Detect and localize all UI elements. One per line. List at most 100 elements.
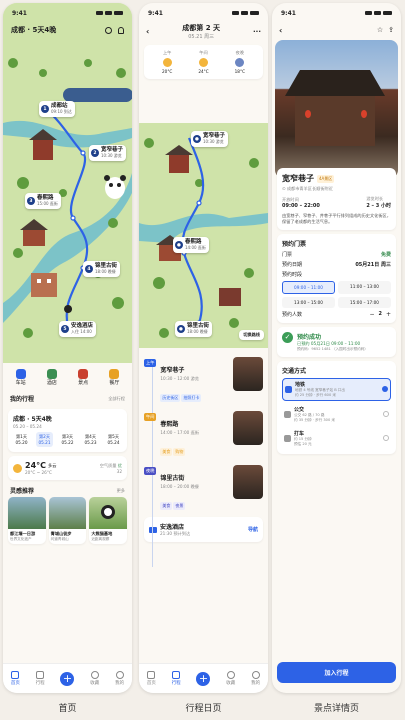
back-icon[interactable]: ‹ <box>146 27 149 36</box>
tab-add[interactable]: + <box>60 671 75 686</box>
day-date: 05.21 周三 <box>188 34 215 40</box>
aq-label: 空气质量 <box>99 462 117 468</box>
map-pin-jinli[interactable]: 4 锦里古街 18:00 晚餐 <box>83 261 121 278</box>
item-name: 宽窄巷子 <box>160 367 185 374</box>
day-chip-date: 05.21 <box>38 440 51 445</box>
ticket-card: 预约门票 门票 免费 预约日期 05月21日 周三 预约时段 09:00 – 11:… <box>277 233 396 323</box>
timeline-item[interactable]: 午间 春熙路 14:00 – 17:00 逛街 美食 购物 <box>144 411 263 457</box>
day-chip[interactable]: 第4天 05.23 <box>82 432 99 447</box>
trip-map[interactable]: 1 成都站 09:10 到达 2 宽窄巷子 10:30 游览 3 春熙路 15:00 逛街 … <box>3 3 132 363</box>
bed-icon <box>149 526 157 533</box>
tab-favorite[interactable]: 收藏 <box>90 671 99 686</box>
navigate-button[interactable]: 导航 <box>248 526 258 533</box>
day-chip[interactable]: 第3天 05.22 <box>59 432 76 447</box>
search-icon[interactable] <box>105 26 112 34</box>
transport-sub2: 约 35 分钟 · 步行 300 米 <box>294 417 335 422</box>
time-slot[interactable]: 15:00 – 17:00 <box>338 296 391 308</box>
minus-button[interactable]: − <box>369 311 374 318</box>
transport-card: 交通方式 地铁 地铁 4 号线 宽窄巷子站 B 口出约 25 分钟 · 步行 60… <box>277 360 396 454</box>
quick-restaurant[interactable]: 餐厅 <box>109 369 119 386</box>
inspiration-card[interactable]: 大熊猫基地 近距离观察 <box>89 497 128 544</box>
time-slot[interactable]: 11:00 – 13:00 <box>338 280 391 294</box>
tab-profile[interactable]: 我的 <box>115 671 124 686</box>
time-label: 预约时段 <box>282 271 303 278</box>
tab-trip[interactable]: 行程 <box>36 671 45 686</box>
day-chip[interactable]: 第2天 05.21 <box>36 432 53 447</box>
map-pin-hotel[interactable]: 5 安逸酒店 入住 14:00 <box>59 321 97 338</box>
tab-favorite[interactable]: 收藏 <box>226 671 235 686</box>
inspiration-sub: 近距离观察 <box>91 537 110 541</box>
hotel-name: 安逸酒店 <box>160 524 185 531</box>
train-icon <box>15 369 26 379</box>
period-badge: 夜晚 <box>144 467 157 475</box>
tab-add[interactable]: + <box>196 671 211 686</box>
map-pin-kuanzhai[interactable]: ● 宽窄巷子 10:30 游览 <box>191 131 229 148</box>
transport-name: 打车 <box>294 430 305 437</box>
transport-option[interactable]: 地铁 地铁 4 号线 宽窄巷子站 B 口出约 25 分钟 · 步行 600 米 <box>282 377 391 401</box>
day-chip[interactable]: 第1天 05.20 <box>13 432 30 447</box>
pin-sub: 15:00 逛街 <box>37 201 58 207</box>
inspiration-card[interactable]: 都江堰一日游 世界文化遗产 <box>8 497 46 544</box>
tab-label: 首页 <box>10 681 20 686</box>
share-icon[interactable]: ⇪ <box>388 26 394 34</box>
map-pin-chunxi[interactable]: 3 春熙路 15:00 逛街 <box>25 193 61 210</box>
check-icon: ✓ <box>282 331 293 343</box>
map-pin-chunxi[interactable]: ● 春熙路 14:00 逛街 <box>173 237 209 254</box>
rating-badge: 4A景区 <box>317 174 335 183</box>
quick-attraction[interactable]: 景点 <box>78 369 88 386</box>
bell-icon[interactable] <box>118 26 124 34</box>
map-pin-kuanzhai[interactable]: 2 宽窄巷子 10:30 游览 <box>89 145 127 162</box>
inspiration-more[interactable]: 更多 <box>117 488 125 494</box>
day-chip[interactable]: 第5天 05.24 <box>105 432 122 447</box>
timeline-item[interactable]: 上午 宽窄巷子 10:30 – 12:00 游览 历史街区 拍照打卡 <box>144 357 263 403</box>
weather-desc: 多云 <box>48 462 57 468</box>
tab-home[interactable]: 首页 <box>11 671 20 686</box>
trip-all-link[interactable]: 全部行程 <box>108 396 125 402</box>
status-time: 9:41 <box>148 9 163 17</box>
day-route-map[interactable]: ● 宽窄巷子 10:30 游览 ● 春熙路 14:00 逛街 ● 锦里古街 18:00 晚餐… <box>139 123 268 348</box>
star-icon[interactable]: ☆ <box>377 26 383 34</box>
calendar-icon <box>172 671 181 679</box>
time-slot[interactable]: 09:00 – 11:00 <box>282 280 335 294</box>
quick-train[interactable]: 车站 <box>15 369 26 386</box>
map-pin-station[interactable]: 1 成都站 09:10 到达 <box>39 101 75 118</box>
attraction-photo[interactable] <box>275 40 398 178</box>
tab-trip[interactable]: 行程 <box>172 671 181 686</box>
map-pin-jinli[interactable]: ● 锦里古街 18:00 晚餐 <box>175 321 213 338</box>
item-tag: 夜景 <box>173 502 186 510</box>
tab-bar: 首页 行程 + 收藏 我的 <box>3 663 132 693</box>
sun-icon <box>198 58 208 67</box>
location-icon: ⊙ <box>282 186 286 191</box>
day-chip-date: 05.22 <box>61 440 74 445</box>
timeline: 上午 宽窄巷子 10:30 – 12:00 游览 历史街区 拍照打卡 午间 春熙路 14:00… <box>139 355 268 663</box>
switch-route-button[interactable]: 切换路线 <box>239 330 264 340</box>
more-icon[interactable]: ··· <box>253 28 261 36</box>
tab-profile[interactable]: 我的 <box>251 671 260 686</box>
item-photo <box>233 357 263 391</box>
timeline-item[interactable]: 夜晚 锦里古街 18:00 – 20:00 晚餐 美食 夜景 <box>144 465 263 511</box>
duration-value: 2 – 3 小时 <box>366 203 391 209</box>
transport-option[interactable]: 公交 公交 62 路 / 70 路约 35 分钟 · 步行 300 米 <box>282 404 391 425</box>
time-slot[interactable]: 13:00 – 15:00 <box>282 296 335 308</box>
success-code: 预约码：9652 1481 （入园时出示预约码） <box>297 346 368 351</box>
panda-image <box>101 505 116 519</box>
hotel-icon <box>46 369 57 379</box>
sun-icon <box>13 463 22 473</box>
day-weather: 上午 20°C 午间 24°C 夜晚 18°C <box>144 45 263 79</box>
trip-card[interactable]: 成都 · 5天4晚 05.20 – 05.24 第1天 05.20 第2天 05.21… <box>8 409 127 452</box>
inspiration-card[interactable]: 青城山徒步 问道青城山 <box>48 497 87 544</box>
transport-option[interactable]: 打车约 15 分钟 预估 20 元 <box>282 428 391 449</box>
period-temp: 24°C <box>198 69 209 74</box>
pin-number: 1 <box>41 105 49 114</box>
attraction-info: 宽窄巷子 4A景区 ⊙ 成都市青羊区长顺街附近 开放时间 09:00 – 22:00… <box>277 168 396 230</box>
add-to-trip-button[interactable]: 加入行程 <box>277 662 396 683</box>
city-selector[interactable]: 成都 · 5天4晚 <box>11 25 56 35</box>
pin-sub: 18:00 晚餐 <box>95 269 116 275</box>
pin-dot: ● <box>177 325 185 334</box>
hotel-card[interactable]: 安逸酒店 21:30 预计到达 导航 <box>144 517 263 542</box>
plus-button[interactable]: + <box>386 311 391 318</box>
quick-hotel[interactable]: 酒店 <box>46 369 57 386</box>
tab-home[interactable]: 首页 <box>147 671 156 686</box>
date-row[interactable]: 预约日期 05月21日 周三 <box>282 261 391 268</box>
back-icon[interactable]: ‹ <box>279 26 282 35</box>
